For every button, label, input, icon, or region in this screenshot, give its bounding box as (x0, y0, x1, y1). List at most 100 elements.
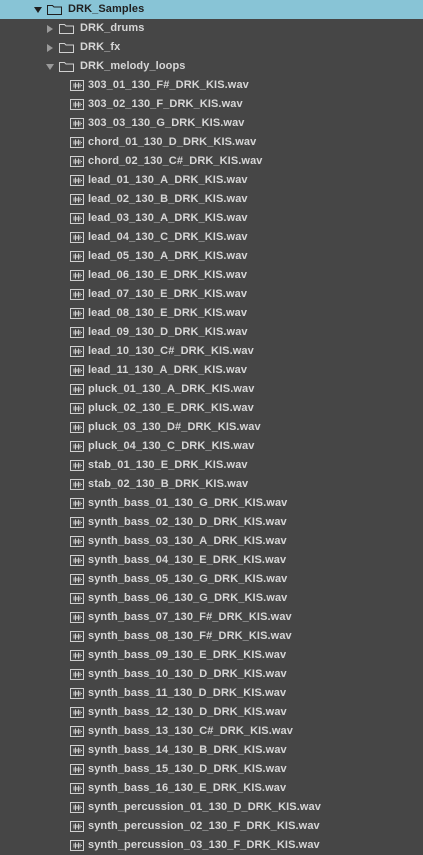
file-name: stab_01_130_E_DRK_KIS.wav (88, 459, 248, 471)
tree-row-file[interactable]: lead_05_130_A_DRK_KIS.wav (0, 247, 423, 266)
tree-row-label: DRK_fx (80, 41, 121, 53)
tree-row-file[interactable]: synth_bass_07_130_F#_DRK_KIS.wav (0, 608, 423, 627)
audio-waveform-icon (70, 232, 84, 243)
tree-row-label: DRK_melody_loops (80, 60, 186, 72)
tree-row-file[interactable]: lead_10_130_C#_DRK_KIS.wav (0, 342, 423, 361)
file-name: lead_01_130_A_DRK_KIS.wav (88, 174, 248, 186)
tree-row-file[interactable]: 303_03_130_G_DRK_KIS.wav (0, 114, 423, 133)
tree-row-file[interactable]: synth_bass_04_130_E_DRK_KIS.wav (0, 551, 423, 570)
tree-row-file[interactable]: stab_01_130_E_DRK_KIS.wav (0, 456, 423, 475)
audio-waveform-icon (70, 536, 84, 547)
tree-row-file[interactable]: stab_02_130_B_DRK_KIS.wav (0, 475, 423, 494)
tree-row-file[interactable]: lead_01_130_A_DRK_KIS.wav (0, 171, 423, 190)
audio-waveform-icon (70, 783, 84, 794)
file-name: synth_bass_12_130_D_DRK_KIS.wav (88, 706, 287, 718)
tree-row-file[interactable]: synth_bass_10_130_D_DRK_KIS.wav (0, 665, 423, 684)
file-name: 303_03_130_G_DRK_KIS.wav (88, 117, 245, 129)
audio-waveform-icon (70, 669, 84, 680)
tree-row-file[interactable]: synth_bass_11_130_D_DRK_KIS.wav (0, 684, 423, 703)
tree-row-file[interactable]: pluck_03_130_D#_DRK_KIS.wav (0, 418, 423, 437)
file-name: lead_08_130_E_DRK_KIS.wav (88, 307, 248, 319)
tree-row-file[interactable]: lead_03_130_A_DRK_KIS.wav (0, 209, 423, 228)
tree-row-file[interactable]: synth_bass_12_130_D_DRK_KIS.wav (0, 703, 423, 722)
tree-row-file[interactable]: synth_bass_08_130_F#_DRK_KIS.wav (0, 627, 423, 646)
audio-waveform-icon (70, 270, 84, 281)
audio-waveform-icon (70, 460, 84, 471)
tree-row-label: DRK_Samples (68, 3, 145, 15)
tree-row-file[interactable]: synth_bass_09_130_E_DRK_KIS.wav (0, 646, 423, 665)
tree-row-file[interactable]: pluck_01_130_A_DRK_KIS.wav (0, 380, 423, 399)
folder-icon (59, 24, 74, 34)
tree-row-file[interactable]: lead_07_130_E_DRK_KIS.wav (0, 285, 423, 304)
tree-row-file[interactable]: lead_06_130_E_DRK_KIS.wav (0, 266, 423, 285)
audio-waveform-icon (70, 327, 84, 338)
audio-waveform-icon (70, 840, 84, 851)
tree-row-file[interactable]: lead_09_130_D_DRK_KIS.wav (0, 323, 423, 342)
tree-row-file[interactable]: synth_bass_16_130_E_DRK_KIS.wav (0, 779, 423, 798)
audio-waveform-icon (70, 308, 84, 319)
file-browser: DRK_Samples DRK_drums DRK_fx DRK_melody_… (0, 0, 423, 851)
tree-row-file[interactable]: synth_bass_02_130_D_DRK_KIS.wav (0, 513, 423, 532)
audio-waveform-icon (70, 289, 84, 300)
tree-row-file[interactable]: chord_01_130_D_DRK_KIS.wav (0, 133, 423, 152)
audio-waveform-icon (70, 99, 84, 110)
file-name: chord_01_130_D_DRK_KIS.wav (88, 136, 257, 148)
tree-row-file[interactable]: 303_02_130_F_DRK_KIS.wav (0, 95, 423, 114)
tree-row-file[interactable]: synth_bass_06_130_G_DRK_KIS.wav (0, 589, 423, 608)
chevron-down-icon[interactable] (33, 5, 43, 15)
chevron-right-icon[interactable] (45, 43, 55, 53)
tree-row-file[interactable]: lead_04_130_C_DRK_KIS.wav (0, 228, 423, 247)
audio-waveform-icon (70, 707, 84, 718)
audio-waveform-icon (70, 745, 84, 756)
audio-waveform-icon (70, 517, 84, 528)
chevron-down-icon[interactable] (45, 62, 55, 72)
tree-row-file[interactable]: synth_bass_14_130_B_DRK_KIS.wav (0, 741, 423, 760)
audio-waveform-icon (70, 650, 84, 661)
folder-icon (47, 5, 62, 15)
tree-row-drk-fx[interactable]: DRK_fx (0, 38, 423, 57)
audio-waveform-icon (70, 137, 84, 148)
tree-row-file[interactable]: chord_02_130_C#_DRK_KIS.wav (0, 152, 423, 171)
file-name: lead_04_130_C_DRK_KIS.wav (88, 231, 248, 243)
tree-row-drk-melody-loops[interactable]: DRK_melody_loops (0, 57, 423, 76)
tree-row-file[interactable]: synth_percussion_03_130_F_DRK_KIS.wav (0, 836, 423, 855)
file-name: pluck_01_130_A_DRK_KIS.wav (88, 383, 255, 395)
file-name: lead_09_130_D_DRK_KIS.wav (88, 326, 248, 338)
tree-row-file[interactable]: synth_bass_13_130_C#_DRK_KIS.wav (0, 722, 423, 741)
tree-row-file[interactable]: 303_01_130_F#_DRK_KIS.wav (0, 76, 423, 95)
audio-waveform-icon (70, 593, 84, 604)
file-name: synth_bass_11_130_D_DRK_KIS.wav (88, 687, 287, 699)
audio-waveform-icon (70, 802, 84, 813)
file-name: synth_bass_16_130_E_DRK_KIS.wav (88, 782, 287, 794)
tree-row-file[interactable]: synth_bass_15_130_D_DRK_KIS.wav (0, 760, 423, 779)
tree-row-file[interactable]: lead_08_130_E_DRK_KIS.wav (0, 304, 423, 323)
tree-row-file[interactable]: synth_percussion_02_130_F_DRK_KIS.wav (0, 817, 423, 836)
file-name: synth_percussion_01_130_D_DRK_KIS.wav (88, 801, 321, 813)
file-name: synth_bass_07_130_F#_DRK_KIS.wav (88, 611, 292, 623)
audio-waveform-icon (70, 612, 84, 623)
tree-row-file[interactable]: synth_bass_05_130_G_DRK_KIS.wav (0, 570, 423, 589)
audio-waveform-icon (70, 498, 84, 509)
audio-waveform-icon (70, 346, 84, 357)
file-name: lead_06_130_E_DRK_KIS.wav (88, 269, 248, 281)
tree-row-drk-drums[interactable]: DRK_drums (0, 19, 423, 38)
audio-waveform-icon (70, 194, 84, 205)
audio-waveform-icon (70, 403, 84, 414)
tree-row-file[interactable]: lead_11_130_A_DRK_KIS.wav (0, 361, 423, 380)
audio-waveform-icon (70, 764, 84, 775)
audio-waveform-icon (70, 156, 84, 167)
file-name: lead_03_130_A_DRK_KIS.wav (88, 212, 248, 224)
chevron-right-icon[interactable] (45, 24, 55, 34)
tree-row-drk-samples[interactable]: DRK_Samples (0, 0, 423, 19)
tree-row-file[interactable]: pluck_02_130_E_DRK_KIS.wav (0, 399, 423, 418)
tree-row-file[interactable]: pluck_04_130_C_DRK_KIS.wav (0, 437, 423, 456)
file-name: synth_bass_13_130_C#_DRK_KIS.wav (88, 725, 293, 737)
file-name: lead_02_130_B_DRK_KIS.wav (88, 193, 248, 205)
tree-row-file[interactable]: synth_percussion_01_130_D_DRK_KIS.wav (0, 798, 423, 817)
file-name: stab_02_130_B_DRK_KIS.wav (88, 478, 249, 490)
tree-row-file[interactable]: synth_bass_03_130_A_DRK_KIS.wav (0, 532, 423, 551)
file-name: synth_bass_09_130_E_DRK_KIS.wav (88, 649, 287, 661)
tree-row-file[interactable]: synth_bass_01_130_G_DRK_KIS.wav (0, 494, 423, 513)
audio-waveform-icon (70, 688, 84, 699)
tree-row-file[interactable]: lead_02_130_B_DRK_KIS.wav (0, 190, 423, 209)
